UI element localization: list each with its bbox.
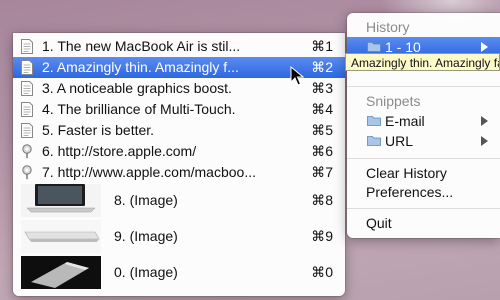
url-pin-icon: [22, 144, 32, 159]
menu-divider: [347, 158, 500, 159]
history-item-label: 2. Amazingly thin. Amazingly f...: [42, 59, 239, 75]
preferences-item[interactable]: Preferences...: [347, 182, 500, 202]
shortcut-label: ⌘8: [311, 192, 333, 208]
history-item-label: 0. (Image): [114, 264, 178, 280]
preferences-label: Preferences...: [366, 184, 454, 200]
history-item-7[interactable]: 7. http://www.apple.com/macboo... ⌘7: [13, 162, 345, 183]
laptop-dark-thumbnail-icon: [21, 256, 101, 289]
history-item-label: 6. http://store.apple.com/: [42, 143, 197, 159]
folder-icon: [367, 42, 381, 52]
text-document-icon: [21, 60, 33, 75]
shortcut-label: ⌘5: [311, 122, 333, 138]
history-item-6[interactable]: 6. http://store.apple.com/ ⌘6: [13, 141, 345, 162]
history-item-4[interactable]: 4. The brilliance of Multi-Touch. ⌘4: [13, 99, 345, 120]
history-header: History: [366, 19, 410, 35]
history-image-item-8[interactable]: 8. (Image) ⌘8: [13, 183, 345, 219]
submenu-arrow-icon: [481, 136, 488, 146]
shortcut-label: ⌘4: [311, 101, 333, 117]
mouse-pointer-icon: [290, 66, 304, 86]
shortcut-label: ⌘6: [311, 143, 333, 159]
snippet-email-item[interactable]: E-mail: [347, 111, 500, 131]
history-item-label: 7. http://www.apple.com/macboo...: [42, 164, 256, 180]
history-item-label: 4. The brilliance of Multi-Touch.: [42, 101, 236, 117]
history-item-label: 8. (Image): [114, 192, 178, 208]
text-document-icon: [21, 123, 33, 138]
history-item-1[interactable]: 1. The new MacBook Air is stil... ⌘1: [13, 36, 345, 57]
laptop-closed-thumbnail-icon: [21, 220, 101, 253]
history-image-item-0[interactable]: 0. (Image) ⌘0: [13, 255, 345, 291]
url-pin-icon: [22, 165, 32, 180]
clipboard-menu: History 1 - 10 Snippets E-mail URL Clear…: [347, 13, 500, 238]
snippets-header: Snippets: [366, 93, 421, 109]
clear-history-item[interactable]: Clear History: [347, 163, 500, 183]
text-document-icon: [21, 39, 33, 54]
item-tooltip: Amazingly thin. Amazingly fast.: [345, 53, 500, 71]
folder-icon: [367, 116, 381, 126]
clear-history-label: Clear History: [366, 165, 447, 181]
shortcut-label: ⌘0: [311, 264, 333, 280]
shortcut-label: ⌘7: [311, 164, 333, 180]
laptop-thumbnail-icon: [21, 184, 101, 217]
submenu-arrow-icon: [481, 116, 488, 126]
snippet-url-item[interactable]: URL: [347, 131, 500, 151]
snippet-email-label: E-mail: [385, 113, 425, 129]
history-item-5[interactable]: 5. Faster is better. ⌘5: [13, 120, 345, 141]
text-document-icon: [21, 102, 33, 117]
shortcut-label: ⌘1: [311, 38, 333, 54]
shortcut-label: ⌘3: [311, 80, 333, 96]
quit-label: Quit: [366, 215, 392, 231]
shortcut-label: ⌘2: [311, 59, 333, 75]
text-document-icon: [21, 81, 33, 96]
menu-divider: [347, 86, 500, 87]
shortcut-label: ⌘9: [311, 228, 333, 244]
history-item-label: 1. The new MacBook Air is stil...: [42, 38, 241, 54]
submenu-arrow-icon: [481, 42, 488, 52]
snippet-url-label: URL: [385, 133, 414, 149]
folder-icon: [367, 136, 381, 146]
menu-divider: [347, 208, 500, 209]
history-image-item-9[interactable]: 9. (Image) ⌘9: [13, 219, 345, 255]
quit-item[interactable]: Quit: [347, 213, 500, 233]
history-item-label: 5. Faster is better.: [42, 122, 155, 138]
history-item-label: 3. A noticeable graphics boost.: [42, 80, 232, 96]
history-item-label: 9. (Image): [114, 228, 178, 244]
